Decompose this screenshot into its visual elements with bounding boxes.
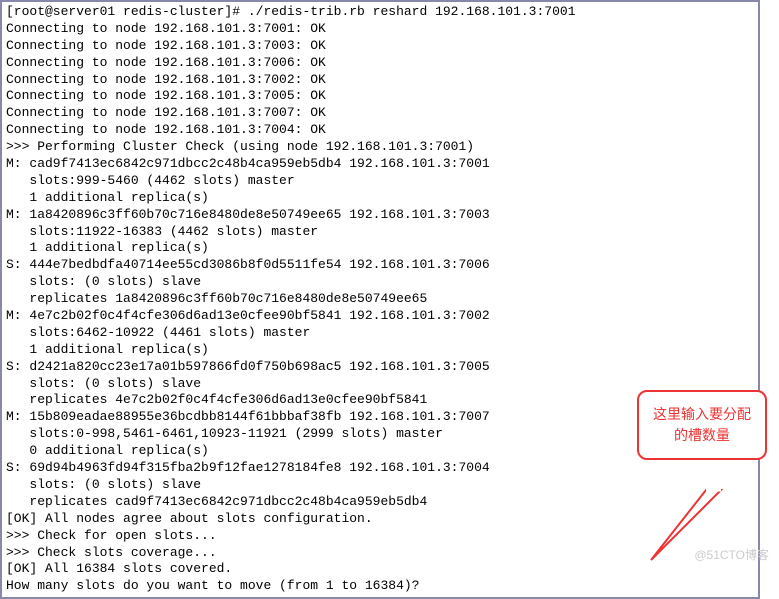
watermark-text: @51CTO博客	[694, 548, 769, 562]
terminal-line: >>> Performing Cluster Check (using node…	[6, 139, 754, 156]
terminal-line: Connecting to node 192.168.101.3:7007: O…	[6, 105, 754, 122]
terminal-line: replicates 1a8420896c3ff60b70c716e8480de…	[6, 291, 754, 308]
terminal-line: Connecting to node 192.168.101.3:7006: O…	[6, 55, 754, 72]
terminal-line: replicates cad9f7413ec6842c971dbcc2c48b4…	[6, 494, 754, 511]
terminal-line: Connecting to node 192.168.101.3:7005: O…	[6, 88, 754, 105]
terminal-line: Connecting to node 192.168.101.3:7001: O…	[6, 21, 754, 38]
terminal-line: M: cad9f7413ec6842c971dbcc2c48b4ca959eb5…	[6, 156, 754, 173]
terminal-line: [OK] All nodes agree about slots configu…	[6, 511, 754, 528]
terminal-line: slots: (0 slots) slave	[6, 274, 754, 291]
terminal-line: Connecting to node 192.168.101.3:7004: O…	[6, 122, 754, 139]
watermark: @51CTO博客	[694, 548, 769, 564]
callout-text: 这里输入要分配的槽数量	[653, 406, 751, 443]
terminal-line: [root@server01 redis-cluster]# ./redis-t…	[6, 4, 754, 21]
terminal-output: [root@server01 redis-cluster]# ./redis-t…	[0, 0, 760, 599]
terminal-line: >>> Check slots coverage...	[6, 545, 754, 562]
terminal-line: S: 69d94b4963fd94f315fba2b9f12fae1278184…	[6, 460, 754, 477]
terminal-line: 1 additional replica(s)	[6, 342, 754, 359]
terminal-line: slots:999-5460 (4462 slots) master	[6, 173, 754, 190]
terminal-line: M: 4e7c2b02f0c4f4cfe306d6ad13e0cfee90bf5…	[6, 308, 754, 325]
terminal-line: S: 444e7bedbdfa40714ee55cd3086b8f0d5511f…	[6, 257, 754, 274]
terminal-line: How many slots do you want to move (from…	[6, 578, 754, 595]
terminal-line: 1 additional replica(s)	[6, 190, 754, 207]
terminal-line: slots:11922-16383 (4462 slots) master	[6, 224, 754, 241]
terminal-line: S: d2421a820cc23e17a01b597866fd0f750b698…	[6, 359, 754, 376]
terminal-line: Connecting to node 192.168.101.3:7002: O…	[6, 72, 754, 89]
terminal-line: Connecting to node 192.168.101.3:7003: O…	[6, 38, 754, 55]
terminal-line: >>> Check for open slots...	[6, 528, 754, 545]
annotation-callout: 这里输入要分配的槽数量	[637, 390, 767, 460]
terminal-line: slots: (0 slots) slave	[6, 477, 754, 494]
terminal-line: 1 additional replica(s)	[6, 240, 754, 257]
terminal-line: slots:6462-10922 (4461 slots) master	[6, 325, 754, 342]
terminal-line: M: 1a8420896c3ff60b70c716e8480de8e50749e…	[6, 207, 754, 224]
